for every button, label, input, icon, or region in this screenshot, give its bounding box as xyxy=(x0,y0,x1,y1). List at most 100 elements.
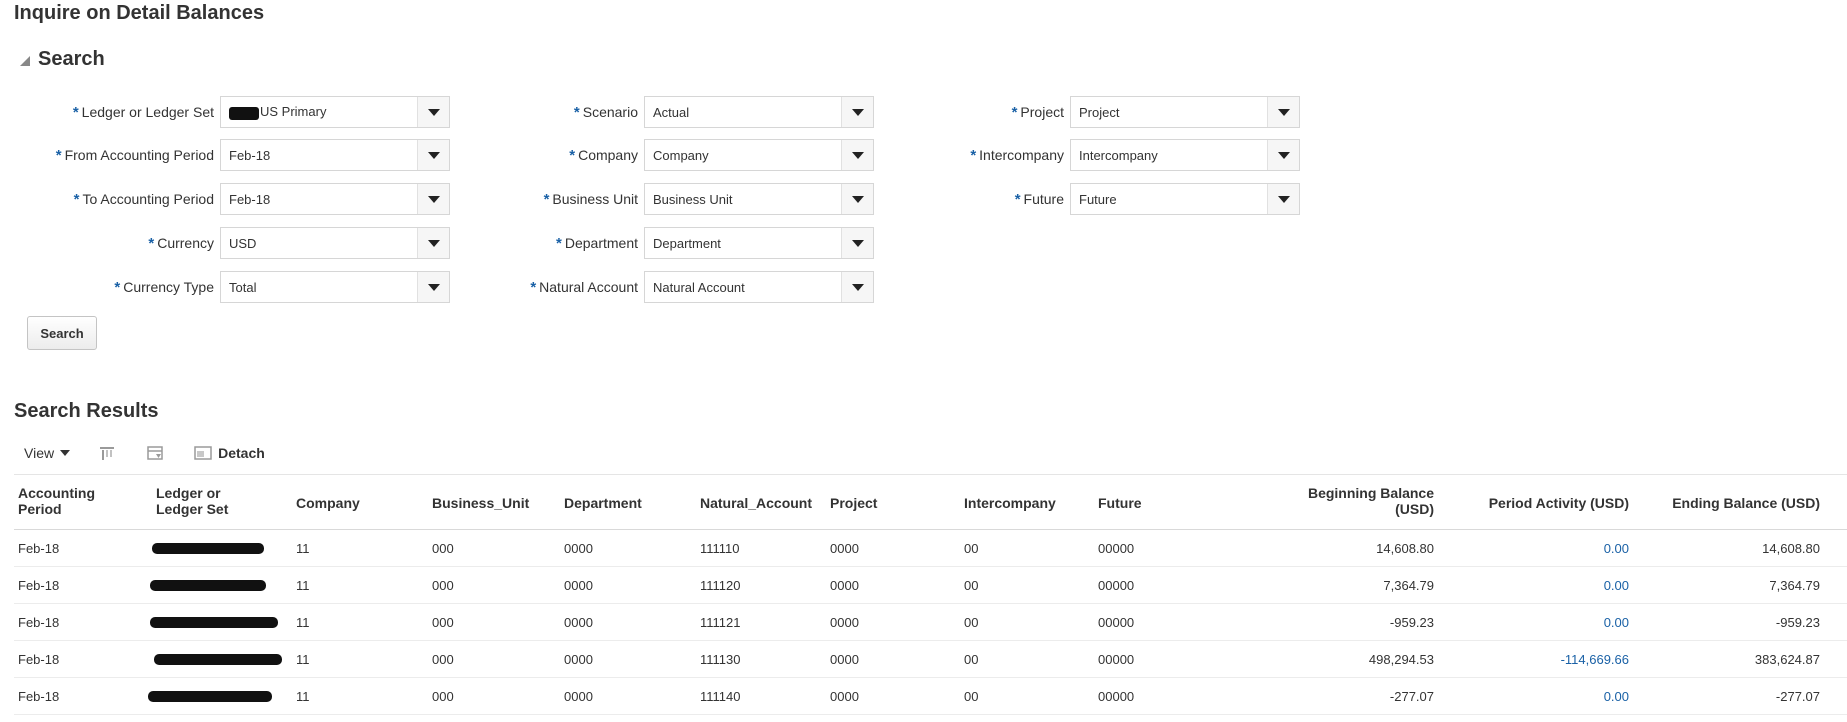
cell-business-unit: 000 xyxy=(432,652,454,667)
col-header-beginning-balance[interactable]: Beginning Balance (USD) xyxy=(1244,485,1434,517)
dropdown-button[interactable] xyxy=(841,184,873,214)
cell-project: 0000 xyxy=(830,578,859,593)
chevron-down-icon xyxy=(1277,108,1290,116)
field-currency-type: * Currency Type Total xyxy=(20,271,450,303)
cell-department: 0000 xyxy=(564,615,593,630)
cell-ending-balance: 14,608.80 xyxy=(1762,541,1820,556)
company-select[interactable]: Company xyxy=(644,139,874,171)
col-header-intercompany[interactable]: Intercompany xyxy=(964,495,1056,511)
dropdown-button[interactable] xyxy=(1267,140,1299,170)
cell-project: 0000 xyxy=(830,615,859,630)
table-row[interactable]: Feb-18 11 000 0000 111120 0000 00 00000 … xyxy=(14,567,1847,604)
chevron-down-icon xyxy=(427,108,440,116)
ledger-select[interactable]: US Primary xyxy=(220,96,450,128)
dropdown-button[interactable] xyxy=(417,184,449,214)
dropdown-button[interactable] xyxy=(841,97,873,127)
cell-period-activity-link[interactable]: 0.00 xyxy=(1454,530,1629,567)
col-header-period-activity[interactable]: Period Activity (USD) xyxy=(1454,495,1629,511)
dropdown-button[interactable] xyxy=(841,140,873,170)
results-table: Accounting Period Ledger or Ledger Set Com… xyxy=(14,474,1847,715)
col-header-natural-account[interactable]: Natural_Account xyxy=(700,495,812,511)
cell-period: Feb-18 xyxy=(18,578,60,593)
chevron-down-icon xyxy=(851,108,864,116)
dropdown-button[interactable] xyxy=(417,140,449,170)
business-unit-select[interactable]: Business Unit xyxy=(644,183,874,215)
freeze-icon[interactable] xyxy=(98,444,116,462)
redaction-mark xyxy=(229,106,259,120)
chevron-down-icon xyxy=(1277,195,1290,203)
detach-button[interactable]: Detach xyxy=(194,445,265,461)
view-menu[interactable]: View xyxy=(24,445,71,461)
dropdown-button[interactable] xyxy=(1267,97,1299,127)
search-button[interactable]: Search xyxy=(27,316,97,350)
field-label: * Project xyxy=(1011,103,1064,121)
cell-natural-account: 111110 xyxy=(700,541,740,556)
currency-type-select[interactable]: Total xyxy=(220,271,450,303)
cell-period: Feb-18 xyxy=(18,541,60,556)
col-header-ending-balance[interactable]: Ending Balance (USD) xyxy=(1634,495,1820,511)
cell-intercompany: 00 xyxy=(964,652,979,667)
collapse-triangle-icon[interactable] xyxy=(20,55,30,66)
chevron-down-icon xyxy=(427,151,440,159)
natural-account-select[interactable]: Natural Account xyxy=(644,271,874,303)
dropdown-button[interactable] xyxy=(841,228,873,258)
field-future: * Future Future xyxy=(880,183,1300,215)
cell-ending-balance: -277.07 xyxy=(1775,689,1820,704)
chevron-down-icon xyxy=(851,283,864,291)
wrap-icon[interactable] xyxy=(146,444,164,462)
chevron-down-icon xyxy=(427,239,440,247)
currency-select[interactable]: USD xyxy=(220,227,450,259)
dropdown-button[interactable] xyxy=(841,272,873,302)
field-label: * Company xyxy=(569,146,638,164)
table-row[interactable]: Feb-18 11 000 0000 111110 0000 00 00000 … xyxy=(14,530,1847,567)
field-label: * Natural Account xyxy=(530,278,638,296)
dropdown-button[interactable] xyxy=(417,97,449,127)
cell-business-unit: 000 xyxy=(432,541,454,556)
scenario-select[interactable]: Actual xyxy=(644,96,874,128)
col-header-business-unit[interactable]: Business_Unit xyxy=(432,495,529,511)
cell-company: 11 xyxy=(296,578,310,593)
col-header-project[interactable]: Project xyxy=(830,495,877,511)
cell-period-activity-link[interactable]: -114,669.66 xyxy=(1454,641,1629,678)
cell-period-activity-link[interactable]: 0.00 xyxy=(1454,604,1629,641)
field-label: * Future xyxy=(1014,190,1064,208)
cell-future: 00000 xyxy=(1098,578,1135,593)
cell-period-activity-link[interactable]: 0.00 xyxy=(1454,678,1629,715)
cell-period: Feb-18 xyxy=(18,615,60,630)
dropdown-button[interactable] xyxy=(1267,184,1299,214)
field-ledger: * Ledger or Ledger Set US Primary xyxy=(20,96,450,128)
col-header-ledger[interactable]: Ledger or Ledger Set xyxy=(156,485,228,517)
chevron-down-icon xyxy=(851,151,864,159)
table-row[interactable]: Feb-18 11 000 0000 111130 0000 00 00000 … xyxy=(14,641,1847,678)
cell-beginning-balance: 7,364.79 xyxy=(1383,578,1434,593)
intercompany-select[interactable]: Intercompany xyxy=(1070,139,1300,171)
cell-intercompany: 00 xyxy=(964,615,979,630)
col-header-department[interactable]: Department xyxy=(564,495,642,511)
dropdown-button[interactable] xyxy=(417,228,449,258)
cell-department: 0000 xyxy=(564,578,593,593)
dropdown-button[interactable] xyxy=(417,272,449,302)
select-value: Feb-18 xyxy=(229,191,271,207)
field-to-period: * To Accounting Period Feb-18 xyxy=(20,183,450,215)
select-value: Total xyxy=(229,279,257,295)
future-select[interactable]: Future xyxy=(1070,183,1300,215)
to-period-select[interactable]: Feb-18 xyxy=(220,183,450,215)
table-row[interactable]: Feb-18 11 000 0000 111140 0000 00 00000 … xyxy=(14,678,1847,715)
project-select[interactable]: Project xyxy=(1070,96,1300,128)
cell-ending-balance: 7,364.79 xyxy=(1769,578,1820,593)
from-period-select[interactable]: Feb-18 xyxy=(220,139,450,171)
field-intercompany: * Intercompany Intercompany xyxy=(880,139,1300,171)
cell-intercompany: 00 xyxy=(964,689,979,704)
search-section-header[interactable]: Search xyxy=(20,48,105,71)
department-select[interactable]: Department xyxy=(644,227,874,259)
field-currency: * Currency USD xyxy=(20,227,450,259)
cell-department: 0000 xyxy=(564,541,593,556)
col-header-company[interactable]: Company xyxy=(296,495,360,511)
redaction-mark xyxy=(154,654,282,665)
table-row[interactable]: Feb-18 11 000 0000 111121 0000 00 00000 … xyxy=(14,604,1847,641)
select-value: Feb-18 xyxy=(229,147,271,163)
cell-natural-account: 111121 xyxy=(700,615,741,630)
col-header-future[interactable]: Future xyxy=(1098,495,1142,511)
col-header-accounting-period[interactable]: Accounting Period xyxy=(18,485,95,517)
cell-period-activity-link[interactable]: 0.00 xyxy=(1454,567,1629,604)
